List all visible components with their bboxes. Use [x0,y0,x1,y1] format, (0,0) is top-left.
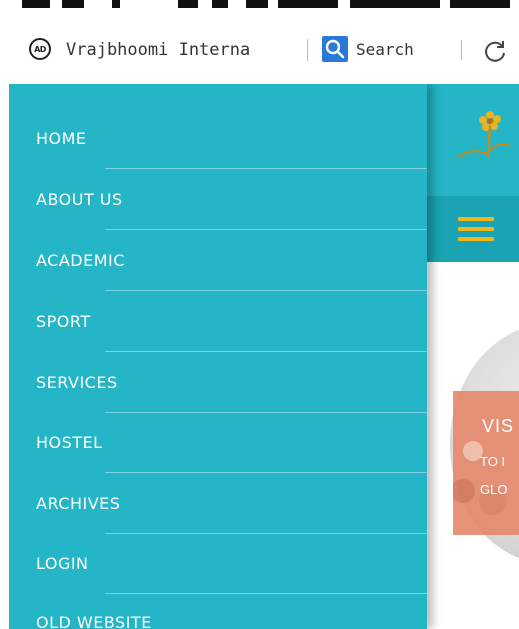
search-button-label[interactable]: Search [356,38,414,62]
hamburger-menu-icon[interactable] [458,217,494,241]
search-icon[interactable] [322,36,348,62]
drawer-item-label: ACADEMIC [36,251,125,270]
drawer-item-sport[interactable]: SPORT [9,291,427,352]
drawer-item-about-us[interactable]: ABOUT US [9,169,427,230]
navigation-drawer: HOME ABOUT US ACADEMIC SPORT SERVICES HO… [9,84,427,629]
drawer-item-academic[interactable]: ACADEMIC [9,230,427,291]
refresh-icon[interactable] [482,38,508,64]
divider [461,40,462,60]
drawer-item-label: HOSTEL [36,433,103,452]
drawer-item-archives[interactable]: ARCHIVES [9,473,427,534]
drawer-item-label: OLD WEBSITE [36,613,152,629]
drawer-item-services[interactable]: SERVICES [9,352,427,413]
address-bar[interactable]: Vrajbhoomi Interna [66,38,306,62]
drawer-item-label: ABOUT US [36,190,123,209]
status-bar [0,0,519,22]
drawer-item-hostel[interactable]: HOSTEL [9,412,427,473]
flower-logo-icon[interactable] [450,102,519,172]
drawer-item-home[interactable]: HOME [9,108,427,169]
drawer-item-old-website[interactable]: OLD WEBSITE [9,592,427,629]
drawer-item-label: ARCHIVES [36,494,121,513]
web-page: VIS TO I GLO HOME ABOUT US ACADEMIC SPOR… [0,84,519,629]
drawer-item-label: SPORT [36,312,91,331]
ad-block-icon[interactable]: AD [29,38,51,60]
slider-subtitle: TO I [480,454,506,469]
divider [307,39,308,61]
slider-subtitle: GLO [480,482,508,497]
drawer-item-label: SERVICES [36,373,118,392]
drawer-item-label: LOGIN [36,554,89,573]
drawer-item-label: HOME [36,129,87,148]
slider-title: VIS [482,416,515,436]
browser-toolbar: AD Vrajbhoomi Interna Search [0,22,519,80]
drawer-item-login[interactable]: LOGIN [9,533,427,594]
